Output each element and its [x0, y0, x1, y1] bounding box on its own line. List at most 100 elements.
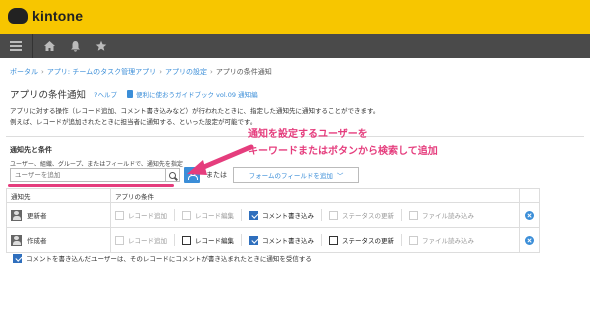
action-cell — [519, 227, 540, 253]
permission-option[interactable]: コメント書き込み — [249, 210, 314, 220]
kintone-logo[interactable]: kintone — [8, 8, 83, 24]
permission-checkbox — [329, 210, 338, 220]
permission-option: ファイル読み込み — [409, 210, 474, 220]
permission-label: コメント書き込み — [262, 237, 314, 245]
comment-notify-label: コメントを書き込んだユーザーは、そのレコードにコメントが書き込まれたときに通知を… — [26, 255, 312, 263]
help-link[interactable]: ?ヘルプ — [94, 89, 117, 99]
notification-table: 通知先 アプリの条件 更新者 レコード追加 レコード編集 コメント書き込み ステータスの… — [6, 188, 540, 253]
recipient-name: 更新者 — [27, 212, 47, 220]
add-field-label: フォームのフィールドを追加 — [248, 172, 333, 180]
page-description: アプリに対する操作（レコード追加、コメント書き込みなど）が行われたときに、指定し… — [0, 102, 590, 128]
permission-option: レコード追加 — [115, 235, 167, 245]
table-row: 更新者 レコード追加 レコード編集 コメント書き込み ステータスの更新 ファイル読み込み — [6, 202, 540, 228]
comment-notify-option[interactable]: コメントを書き込んだユーザーは、そのレコードにコメントが書き込まれたときに通知を… — [13, 253, 312, 263]
nav-bar — [0, 34, 590, 58]
callout-line: キーワードまたはボタンから検索して追加 — [248, 146, 438, 157]
table-row: 作成者 レコード追加 レコード編集 コメント書き込み ステータスの更新 ファイル読み込み — [6, 227, 540, 253]
chevron-down-icon: ﹀ — [336, 172, 344, 180]
app-name: kintone — [32, 8, 84, 24]
permission-label: コメント書き込み — [262, 212, 314, 220]
permission-cell: レコード追加 レコード編集 コメント書き込み ステータスの更新 ファイル読み込み — [110, 202, 520, 228]
permission-label: レコード編集 — [195, 237, 234, 245]
menu-icon[interactable] — [6, 36, 26, 56]
kintone-logo-icon — [8, 8, 28, 24]
search-icon — [169, 171, 176, 179]
permission-option: レコード編集 — [182, 210, 234, 220]
remove-icon[interactable] — [525, 210, 534, 220]
permission-option[interactable]: レコード編集 — [182, 235, 234, 245]
annotation-underline — [8, 184, 174, 187]
star-icon[interactable] — [91, 36, 111, 56]
permission-checkbox[interactable] — [182, 235, 191, 245]
recipient: 作成者 — [11, 234, 106, 246]
bell-icon[interactable] — [65, 36, 85, 56]
permission-separator — [401, 234, 402, 246]
permission-label: ステータスの更新 — [342, 237, 394, 245]
breadcrumb-app-settings[interactable]: アプリの設定 — [165, 68, 207, 76]
permission-separator — [321, 234, 322, 246]
breadcrumb-current: アプリの条件通知 — [215, 68, 272, 76]
permission-option[interactable]: コメント書き込み — [249, 235, 314, 245]
permission-checkbox — [182, 210, 191, 220]
title-row: アプリの条件通知 ?ヘルプ 便利に使おうガイドブック vol.09 通知編 — [0, 80, 590, 102]
permission-label: レコード追加 — [128, 212, 167, 220]
permission-cell: レコード追加 レコード編集 コメント書き込み ステータスの更新 ファイル読み込み — [110, 227, 520, 253]
recipient-cell: 更新者 — [6, 202, 111, 228]
page-title: アプリの条件通知 — [10, 90, 87, 101]
permission-options: レコード追加 レコード編集 コメント書き込み ステータスの更新 ファイル読み込み — [115, 209, 515, 221]
user-avatar-icon — [11, 209, 22, 221]
permission-option: ファイル読み込み — [409, 235, 474, 245]
permission-label: ステータスの更新 — [342, 212, 394, 220]
permission-option: レコード追加 — [115, 210, 167, 220]
table-header-row: 通知先 アプリの条件 — [6, 188, 540, 203]
user-avatar-icon — [11, 234, 22, 246]
permission-separator — [241, 209, 242, 221]
permission-separator — [174, 234, 175, 246]
description-line: アプリに対する操作（レコード追加、コメント書き込みなど）が行われたときに、指定し… — [10, 107, 380, 115]
permission-column-header: アプリの条件 — [110, 188, 520, 203]
permission-option: ステータスの更新 — [329, 210, 394, 220]
permission-label: レコード追加 — [128, 237, 167, 245]
permission-checkbox[interactable] — [249, 235, 258, 245]
guide-link-label: 便利に使おうガイドブック vol.09 通知編 — [135, 91, 258, 99]
permission-label: ファイル読み込み — [422, 212, 474, 220]
permission-separator — [401, 209, 402, 221]
breadcrumb-portal[interactable]: ポータル — [10, 68, 38, 76]
user-search-input[interactable] — [10, 168, 166, 182]
breadcrumb: ポータル › アプリ: チームのタスク管理アプリ › アプリの設定 › アプリの条件通知 — [0, 58, 590, 80]
permission-checkbox[interactable] — [329, 235, 338, 245]
header-bar: kintone — [0, 0, 590, 34]
permission-separator — [241, 234, 242, 246]
recipient-cell: 作成者 — [6, 227, 111, 253]
recipient: 更新者 — [11, 209, 106, 221]
permission-checkbox — [409, 210, 418, 220]
breadcrumb-separator: › — [41, 68, 44, 76]
callout-line: 通知を設定するユーザーを — [248, 129, 368, 140]
permission-checkbox — [409, 235, 418, 245]
search-button[interactable] — [166, 168, 180, 182]
book-icon — [126, 90, 133, 98]
home-icon[interactable] — [39, 36, 59, 56]
breadcrumb-separator: › — [210, 68, 213, 76]
remove-icon[interactable] — [525, 235, 534, 245]
permission-separator — [321, 209, 322, 221]
permission-option[interactable]: ステータスの更新 — [329, 235, 394, 245]
breadcrumb-separator: › — [159, 68, 162, 76]
comment-notify-checkbox[interactable] — [13, 253, 22, 263]
permission-checkbox[interactable] — [249, 210, 258, 220]
nav-divider — [32, 34, 33, 58]
recipient-column-header: 通知先 — [6, 188, 111, 203]
annotation-arrow — [187, 144, 254, 175]
permission-separator — [174, 209, 175, 221]
action-cell — [519, 202, 540, 228]
permission-label: レコード編集 — [195, 212, 234, 220]
permission-checkbox — [115, 210, 124, 220]
guide-link[interactable]: 便利に使おうガイドブック vol.09 通知編 — [126, 89, 258, 99]
permission-checkbox — [115, 235, 124, 245]
recipient-name: 作成者 — [27, 237, 47, 245]
permission-label: ファイル読み込み — [422, 237, 474, 245]
breadcrumb-app[interactable]: アプリ: チームのタスク管理アプリ — [47, 68, 156, 76]
annotation-callout: 通知を設定するユーザーを キーワードまたはボタンから検索して追加 — [248, 126, 438, 160]
permission-options: レコード追加 レコード編集 コメント書き込み ステータスの更新 ファイル読み込み — [115, 234, 515, 246]
action-column-header — [519, 188, 540, 203]
